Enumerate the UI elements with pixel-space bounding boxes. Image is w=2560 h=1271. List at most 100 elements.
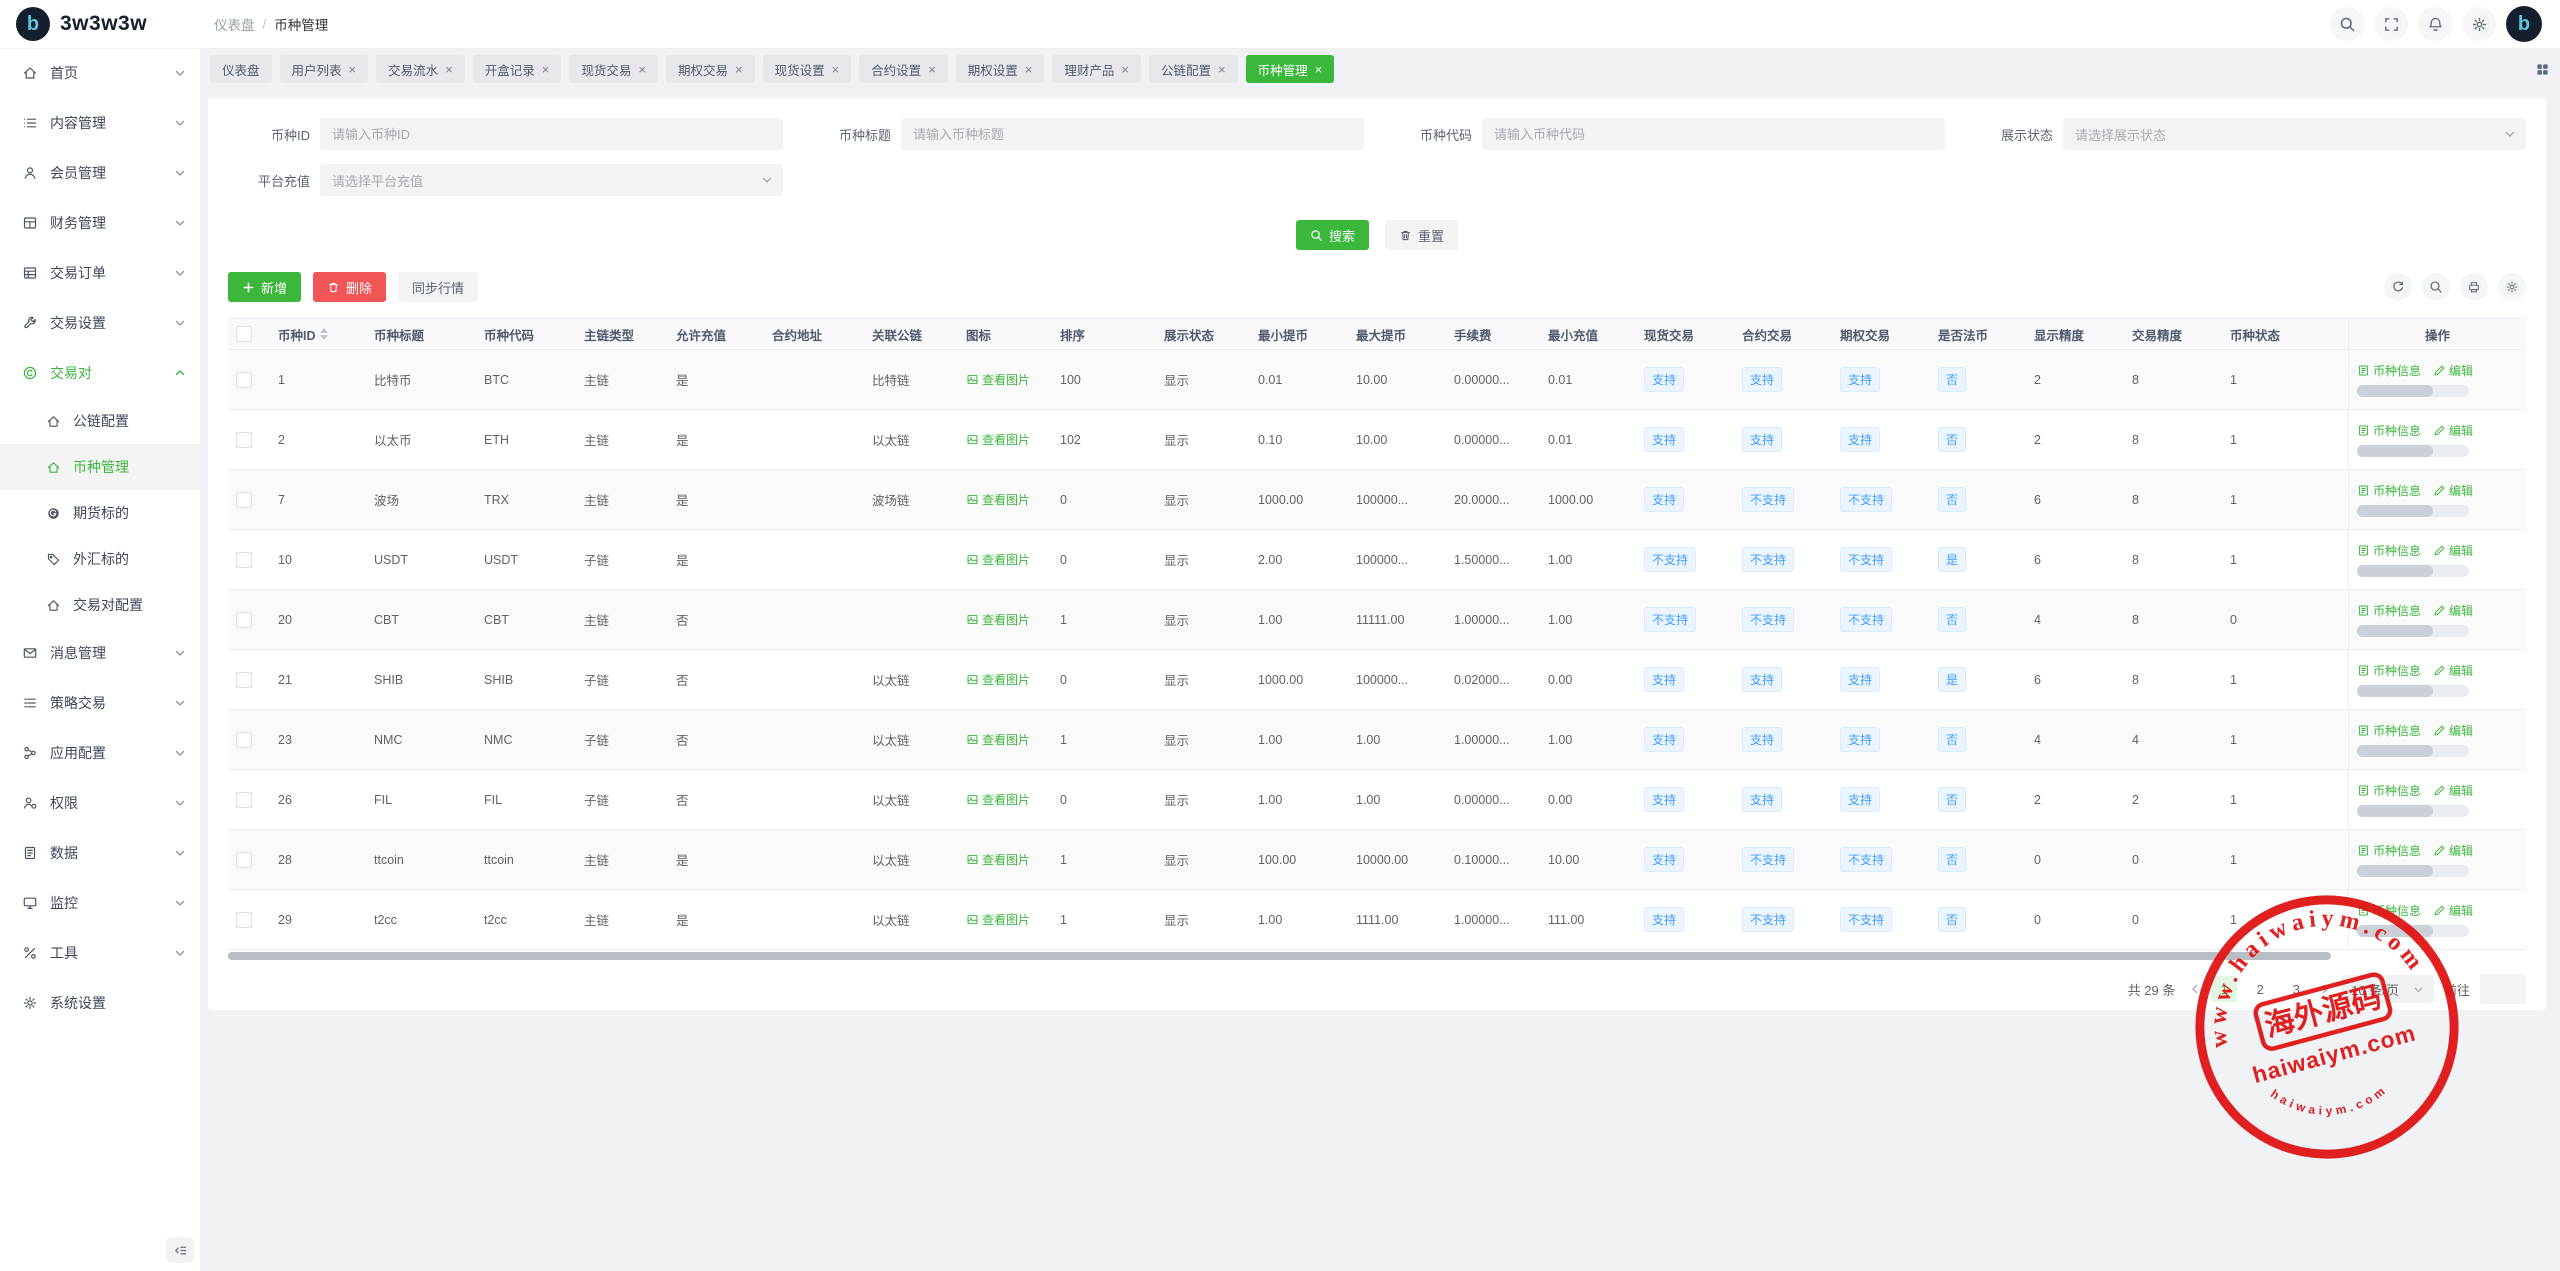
tag-contract_trade[interactable]: 支持 (1742, 727, 1782, 752)
sort-slider[interactable] (2357, 865, 2469, 877)
tag-option_trade[interactable]: 支持 (1840, 727, 1880, 752)
sidebar-item-交易对[interactable]: 交易对 (0, 348, 200, 398)
sort-slider[interactable] (2357, 505, 2469, 517)
refresh-icon[interactable] (2384, 273, 2412, 301)
sidebar-subitem-交易对配置[interactable]: 交易对配置 (0, 582, 200, 628)
view-image-link[interactable]: 查看图片 (966, 791, 1030, 808)
breadcrumb-root[interactable]: 仪表盘 (214, 14, 255, 34)
sidebar-item-交易设置[interactable]: 交易设置 (0, 298, 200, 348)
tab-用户列表[interactable]: 用户列表× (280, 55, 369, 83)
tab-close-icon[interactable]: × (1218, 63, 1226, 76)
tab-close-icon[interactable]: × (1315, 63, 1323, 76)
tag-option_trade[interactable]: 不支持 (1840, 487, 1892, 512)
print-icon[interactable] (2460, 273, 2488, 301)
tab-开盒记录[interactable]: 开盒记录× (473, 55, 562, 83)
tag-contract_trade[interactable]: 不支持 (1742, 487, 1794, 512)
zoom-icon[interactable] (2422, 273, 2450, 301)
tag-contract_trade[interactable]: 支持 (1742, 367, 1782, 392)
tab-现货设置[interactable]: 现货设置× (763, 55, 852, 83)
coin-title-input[interactable] (901, 118, 1364, 150)
coin-info-link[interactable]: 币种信息 (2357, 782, 2421, 799)
tab-仪表盘[interactable]: 仪表盘 (210, 55, 272, 83)
tag-contract_trade[interactable]: 不支持 (1742, 907, 1794, 932)
tag-contract_trade[interactable]: 支持 (1742, 427, 1782, 452)
edit-link[interactable]: 编辑 (2433, 422, 2473, 439)
tag-spot_trade[interactable]: 支持 (1644, 907, 1684, 932)
coin-info-link[interactable]: 币种信息 (2357, 482, 2421, 499)
sort-slider[interactable] (2357, 805, 2469, 817)
horizontal-scrollbar-thumb[interactable] (228, 952, 2331, 960)
sort-slider[interactable] (2357, 385, 2469, 397)
tag-spot_trade[interactable]: 支持 (1644, 847, 1684, 872)
tab-options-icon[interactable] (2535, 62, 2550, 77)
delete-button[interactable]: 删除 (313, 272, 386, 302)
edit-link[interactable]: 编辑 (2433, 482, 2473, 499)
row-checkbox[interactable] (236, 732, 252, 748)
sidebar-item-会员管理[interactable]: 会员管理 (0, 148, 200, 198)
sidebar-subitem-公链配置[interactable]: 公链配置 (0, 398, 200, 444)
coin-code-input[interactable] (1482, 118, 1945, 150)
tag-is_fiat[interactable]: 否 (1938, 607, 1966, 632)
tab-close-icon[interactable]: × (1121, 63, 1129, 76)
coin-info-link[interactable]: 币种信息 (2357, 722, 2421, 739)
edit-link[interactable]: 编辑 (2433, 722, 2473, 739)
tag-contract_trade[interactable]: 支持 (1742, 787, 1782, 812)
tag-spot_trade[interactable]: 不支持 (1644, 547, 1696, 572)
tab-公链配置[interactable]: 公链配置× (1149, 55, 1238, 83)
goto-page-input[interactable] (2480, 974, 2526, 1004)
coin-info-link[interactable]: 币种信息 (2357, 602, 2421, 619)
add-button[interactable]: 新增 (228, 272, 301, 302)
view-image-link[interactable]: 查看图片 (966, 731, 1030, 748)
bell-icon[interactable] (2418, 7, 2452, 41)
view-image-link[interactable]: 查看图片 (966, 611, 1030, 628)
tab-close-icon[interactable]: × (542, 63, 550, 76)
edit-link[interactable]: 编辑 (2433, 602, 2473, 619)
tag-is_fiat[interactable]: 否 (1938, 727, 1966, 752)
tag-contract_trade[interactable]: 不支持 (1742, 607, 1794, 632)
sidebar-subitem-币种管理[interactable]: 币种管理 (0, 444, 200, 490)
sync-quotes-button[interactable]: 同步行情 (398, 272, 478, 302)
sidebar-item-财务管理[interactable]: 财务管理 (0, 198, 200, 248)
tab-close-icon[interactable]: × (735, 63, 743, 76)
tag-spot_trade[interactable]: 支持 (1644, 667, 1684, 692)
tab-期权交易[interactable]: 期权交易× (666, 55, 755, 83)
tag-is_fiat[interactable]: 是 (1938, 547, 1966, 572)
coin-info-link[interactable]: 币种信息 (2357, 542, 2421, 559)
sidebar-item-消息管理[interactable]: 消息管理 (0, 628, 200, 678)
edit-link[interactable]: 编辑 (2433, 362, 2473, 379)
view-image-link[interactable]: 查看图片 (966, 551, 1030, 568)
coin-info-link[interactable]: 币种信息 (2357, 662, 2421, 679)
edit-link[interactable]: 编辑 (2433, 782, 2473, 799)
tag-option_trade[interactable]: 不支持 (1840, 907, 1892, 932)
tag-option_trade[interactable]: 不支持 (1840, 847, 1892, 872)
tab-close-icon[interactable]: × (1025, 63, 1033, 76)
tab-币种管理[interactable]: 币种管理× (1246, 55, 1335, 83)
row-checkbox[interactable] (236, 792, 252, 808)
row-checkbox[interactable] (236, 432, 252, 448)
reset-button[interactable]: 重置 (1385, 220, 1458, 250)
edit-link[interactable]: 编辑 (2433, 662, 2473, 679)
coin-id-input[interactable] (320, 118, 783, 150)
sort-slider[interactable] (2357, 625, 2469, 637)
sort-icon[interactable] (320, 328, 328, 340)
row-checkbox[interactable] (236, 912, 252, 928)
sidebar-collapse-icon[interactable] (166, 1237, 194, 1263)
sidebar-item-工具[interactable]: 工具 (0, 928, 200, 978)
tab-合约设置[interactable]: 合约设置× (859, 55, 948, 83)
edit-link[interactable]: 编辑 (2433, 842, 2473, 859)
view-image-link[interactable]: 查看图片 (966, 431, 1030, 448)
tag-spot_trade[interactable]: 不支持 (1644, 607, 1696, 632)
row-checkbox[interactable] (236, 852, 252, 868)
sidebar-item-首页[interactable]: 首页 (0, 48, 200, 98)
tag-is_fiat[interactable]: 否 (1938, 427, 1966, 452)
fullscreen-icon[interactable] (2374, 7, 2408, 41)
row-checkbox[interactable] (236, 672, 252, 688)
view-image-link[interactable]: 查看图片 (966, 491, 1030, 508)
tab-close-icon[interactable]: × (928, 63, 936, 76)
sort-slider[interactable] (2357, 745, 2469, 757)
tab-现货交易[interactable]: 现货交易× (569, 55, 658, 83)
sidebar-item-策略交易[interactable]: 策略交易 (0, 678, 200, 728)
tag-spot_trade[interactable]: 支持 (1644, 727, 1684, 752)
tag-option_trade[interactable]: 不支持 (1840, 547, 1892, 572)
tag-is_fiat[interactable]: 否 (1938, 367, 1966, 392)
